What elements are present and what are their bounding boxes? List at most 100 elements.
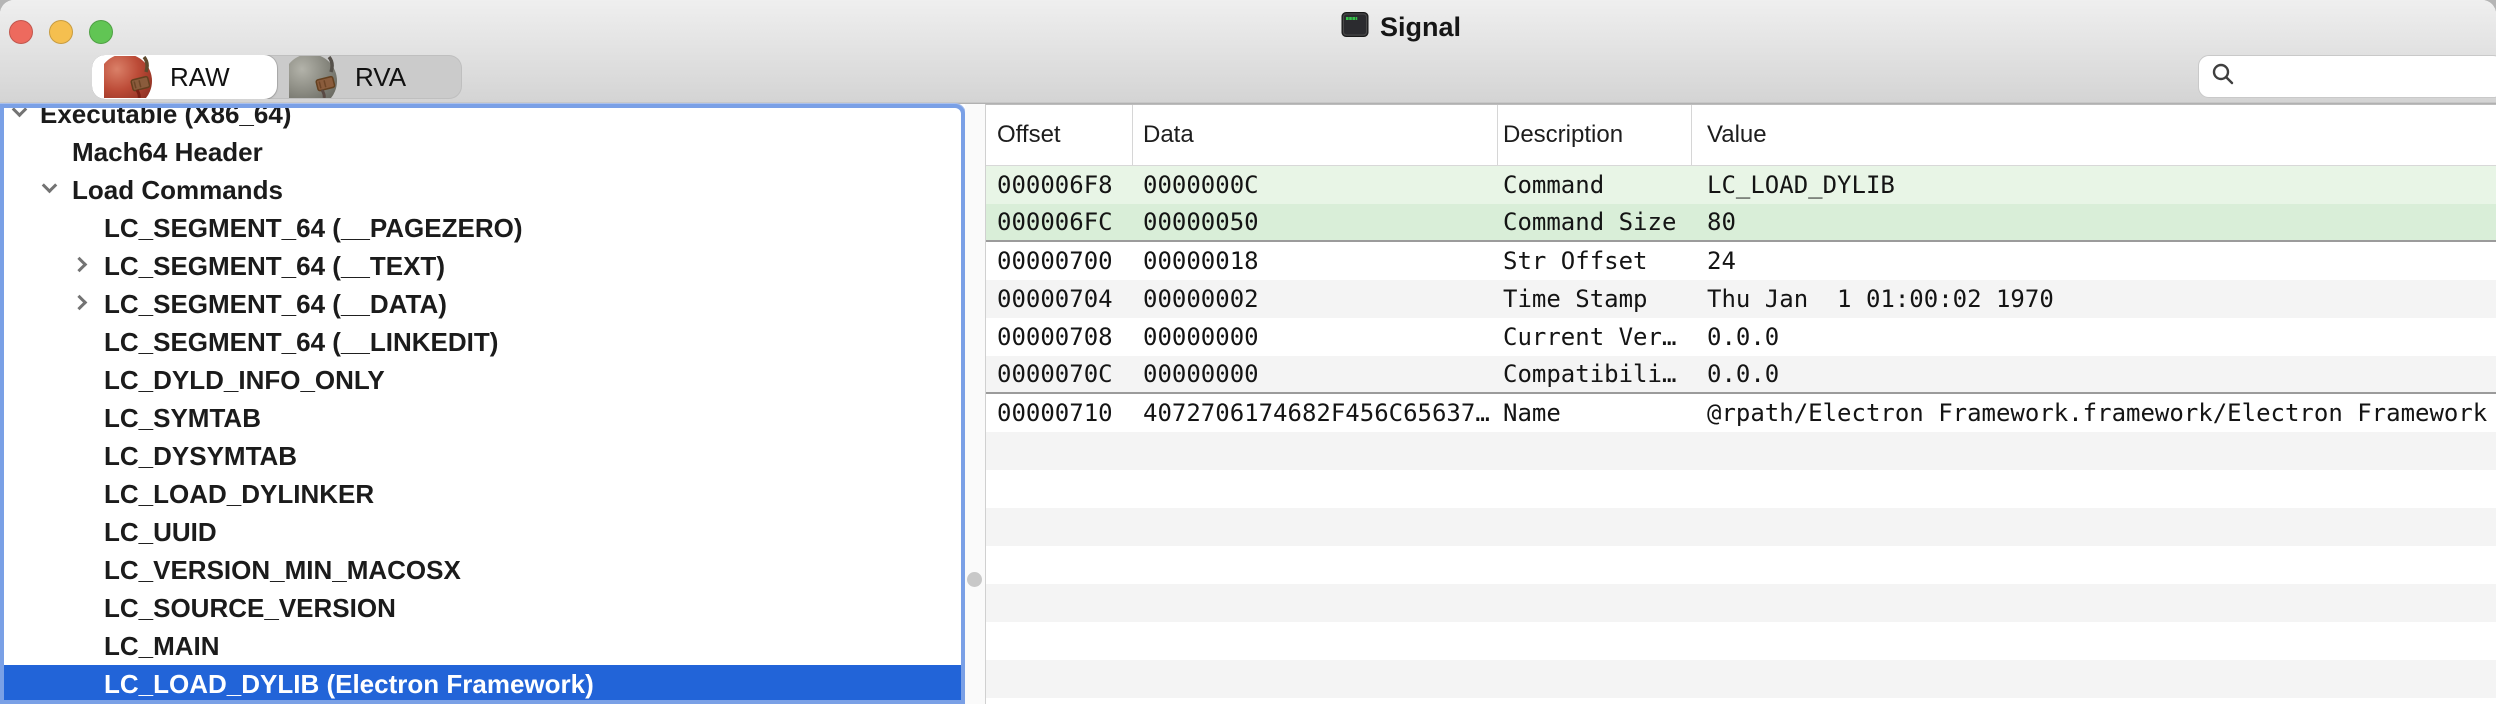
sidebar-item-label: LC_MAIN xyxy=(104,631,220,662)
empty-row xyxy=(986,622,2496,660)
titlebar[interactable]: Signal xyxy=(0,0,2496,54)
sidebar-item-label: Load Commands xyxy=(72,175,283,206)
content-area: Executable (X86_64) Mach64 Header Load C… xyxy=(0,104,2496,704)
search-field[interactable] xyxy=(2198,55,2496,98)
cell-offset: 00000700 xyxy=(986,247,1132,275)
column-header-value[interactable]: Value xyxy=(1691,105,2496,165)
cell-data: 00000000 xyxy=(1132,323,1497,351)
sidebar-item[interactable]: LC_UUID xyxy=(4,513,961,551)
app-icon xyxy=(1341,11,1369,43)
cell-data: 00000002 xyxy=(1132,285,1497,313)
sidebar-item-label: LC_SEGMENT_64 (__DATA) xyxy=(104,289,447,320)
cell-data: 00000000 xyxy=(1132,360,1497,388)
cell-description: Str Offset xyxy=(1497,247,1691,275)
cell-data: 00000018 xyxy=(1132,247,1497,275)
cell-offset: 000006F8 xyxy=(986,171,1132,199)
minimize-button[interactable] xyxy=(49,20,73,44)
cell-value: 80 xyxy=(1691,208,2496,236)
sidebar-item-label: LC_SEGMENT_64 (__PAGEZERO) xyxy=(104,213,523,244)
sidebar-item[interactable]: LC_SOURCE_VERSION xyxy=(4,589,961,627)
cell-offset: 00000708 xyxy=(986,323,1132,351)
chevron-right-icon[interactable] xyxy=(72,295,88,311)
column-header-offset[interactable]: Offset xyxy=(986,105,1132,165)
cell-data: 0000000C xyxy=(1132,171,1497,199)
window-chrome: Signal xyxy=(0,0,2496,104)
table-row[interactable]: 00000704 00000002 Time Stamp Thu Jan 1 0… xyxy=(986,280,2496,318)
table-header: OffsetDataDescriptionValue xyxy=(986,105,2496,166)
close-button[interactable] xyxy=(9,20,33,44)
app-window: Signal xyxy=(0,0,2496,704)
sidebar-item[interactable]: LC_VERSION_MIN_MACOSX xyxy=(4,551,961,589)
empty-row xyxy=(986,546,2496,584)
cell-offset: 0000070C xyxy=(986,360,1132,388)
view-mode-segmented-control: RAW xyxy=(92,55,462,99)
table-row[interactable]: 000006FC 00000050 Command Size 80 xyxy=(986,204,2496,242)
sidebar-item[interactable]: LC_SEGMENT_64 (__LINKEDIT) xyxy=(4,323,961,361)
sidebar-item[interactable]: LC_SEGMENT_64 (__PAGEZERO) xyxy=(4,209,961,247)
sidebar-item[interactable]: LC_LOAD_DYLIB (Electron Framework) xyxy=(4,665,961,703)
empty-row xyxy=(986,660,2496,698)
table-row[interactable]: 000006F8 0000000C Command LC_LOAD_DYLIB xyxy=(986,166,2496,204)
cell-data: 4072706174682F456C65637… xyxy=(1132,399,1497,427)
cell-value: 24 xyxy=(1691,247,2496,275)
empty-row xyxy=(986,584,2496,622)
sidebar-item[interactable]: LC_MAIN xyxy=(4,627,961,665)
cell-data: 00000050 xyxy=(1132,208,1497,236)
sidebar-item-label: Executable (X86_64) xyxy=(40,104,291,130)
sidebar-item-label: LC_SYMTAB xyxy=(104,403,261,434)
sidebar-item[interactable]: LC_SEGMENT_64 (__DATA) xyxy=(4,285,961,323)
sidebar-item[interactable]: LC_DYSYMTAB xyxy=(4,437,961,475)
chevron-down-icon[interactable] xyxy=(42,178,58,194)
splitter-handle[interactable] xyxy=(967,572,982,587)
table-row[interactable]: 00000700 00000018 Str Offset 24 xyxy=(986,242,2496,280)
sidebar-item-label: LC_SOURCE_VERSION xyxy=(104,593,396,624)
empty-row xyxy=(986,698,2496,704)
cell-description: Time Stamp xyxy=(1497,285,1691,313)
sidebar-tree: Executable (X86_64) Mach64 Header Load C… xyxy=(4,104,961,703)
cell-description: Compatibili… xyxy=(1497,360,1691,388)
cell-value: @rpath/Electron Framework.framework/Elec… xyxy=(1691,399,2496,427)
zoom-button[interactable] xyxy=(89,20,113,44)
sidebar-item[interactable]: LC_SYMTAB xyxy=(4,399,961,437)
segment-raw[interactable]: RAW xyxy=(92,55,277,99)
traffic-lights xyxy=(9,20,113,44)
segment-raw-label: RAW xyxy=(170,62,230,93)
search-input[interactable] xyxy=(2243,59,2496,95)
sidebar-item-label: Mach64 Header xyxy=(72,137,263,168)
sidebar-item[interactable]: Mach64 Header xyxy=(4,133,961,171)
sidebar-item-label: LC_DYLD_INFO_ONLY xyxy=(104,365,385,396)
cell-value: 0.0.0 xyxy=(1691,360,2496,388)
cell-description: Name xyxy=(1497,399,1691,427)
sidebar-item[interactable]: Load Commands xyxy=(4,171,961,209)
sidebar-item-label: LC_DYSYMTAB xyxy=(104,441,297,472)
apple-red-icon xyxy=(104,56,162,98)
apple-gray-icon xyxy=(289,56,347,98)
table-body: 000006F8 0000000C Command LC_LOAD_DYLIB … xyxy=(986,166,2496,704)
sidebar-item-label: LC_LOAD_DYLINKER xyxy=(104,479,374,510)
cell-offset: 00000704 xyxy=(986,285,1132,313)
sidebar-item[interactable]: Executable (X86_64) xyxy=(4,104,961,133)
table-row[interactable]: 0000070C 00000000 Compatibili… 0.0.0 xyxy=(986,356,2496,394)
cell-description: Command xyxy=(1497,171,1691,199)
table-row[interactable]: 00000710 4072706174682F456C65637… Name @… xyxy=(986,394,2496,432)
sidebar-item[interactable]: LC_LOAD_DYLINKER xyxy=(4,475,961,513)
table-row[interactable]: 00000708 00000000 Current Ver… 0.0.0 xyxy=(986,318,2496,356)
empty-row xyxy=(986,432,2496,470)
chevron-right-icon[interactable] xyxy=(72,257,88,273)
empty-row xyxy=(986,470,2496,508)
sidebar-item-label: LC_LOAD_DYLIB (Electron Framework) xyxy=(104,669,594,700)
pane-splitter[interactable] xyxy=(965,104,985,704)
table-pane: OffsetDataDescriptionValue 000006F8 0000… xyxy=(985,104,2496,704)
sidebar-item[interactable]: LC_DYLD_INFO_ONLY xyxy=(4,361,961,399)
column-header-data[interactable]: Data xyxy=(1132,105,1497,165)
sidebar-item-label: LC_SEGMENT_64 (__TEXT) xyxy=(104,251,445,282)
sidebar-item-label: LC_SEGMENT_64 (__LINKEDIT) xyxy=(104,327,498,358)
empty-row xyxy=(986,508,2496,546)
chevron-down-icon[interactable] xyxy=(12,104,28,117)
cell-offset: 000006FC xyxy=(986,208,1132,236)
sidebar-item-label: LC_VERSION_MIN_MACOSX xyxy=(104,555,461,586)
segment-rva[interactable]: RVA xyxy=(277,55,462,99)
column-header-description[interactable]: Description xyxy=(1497,105,1691,165)
search-icon xyxy=(2211,62,2235,91)
sidebar-item[interactable]: LC_SEGMENT_64 (__TEXT) xyxy=(4,247,961,285)
